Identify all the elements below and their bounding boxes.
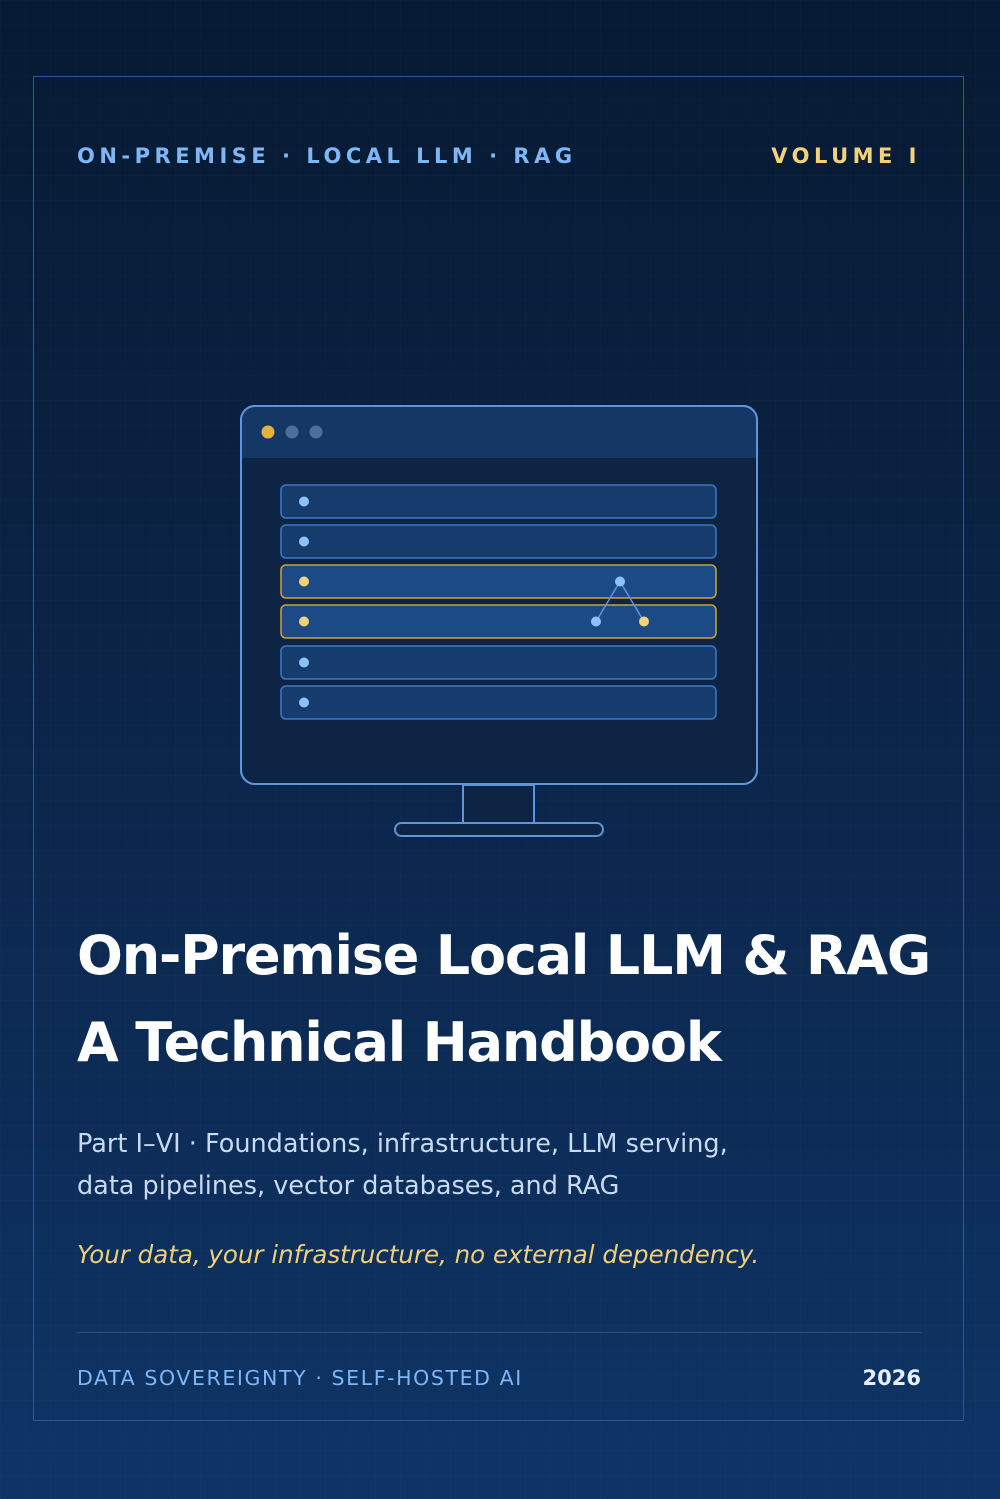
list-row-highlighted — [280, 564, 717, 599]
window-dot-gold — [261, 425, 275, 439]
tagline: Your data, your infrastructure, no exter… — [77, 1240, 760, 1269]
title-line-2: A Technical Handbook — [77, 1011, 722, 1074]
footer-keywords: DATA SOVEREIGNTY · SELF-HOSTED AI — [77, 1366, 523, 1390]
list-row — [280, 524, 717, 559]
window-dot-gray — [285, 425, 299, 439]
list-row-highlighted — [280, 604, 717, 639]
subtitle-line-2: data pipelines, vector databases, and RA… — [77, 1171, 620, 1201]
list-row — [280, 645, 717, 680]
list-row — [280, 685, 717, 720]
book-subtitle: Part I–VI · Foundations, infrastructure,… — [77, 1123, 837, 1207]
footer-divider — [77, 1332, 922, 1333]
monitor-base — [394, 822, 604, 837]
publication-year: 2026 — [862, 1366, 921, 1390]
list-row — [280, 484, 717, 519]
series-line: ON-PREMISE · LOCAL LLM · RAG — [77, 144, 577, 168]
monitor-icon — [240, 405, 758, 837]
window-dot-gray — [309, 425, 323, 439]
book-title: On-Premise Local LLM & RAG A Technical H… — [77, 912, 931, 1086]
subtitle-line-1: Part I–VI · Foundations, infrastructure,… — [77, 1129, 728, 1159]
volume-label: VOLUME I — [771, 144, 921, 168]
monitor-neck — [462, 784, 535, 824]
title-line-1: On-Premise Local LLM & RAG — [77, 924, 931, 987]
